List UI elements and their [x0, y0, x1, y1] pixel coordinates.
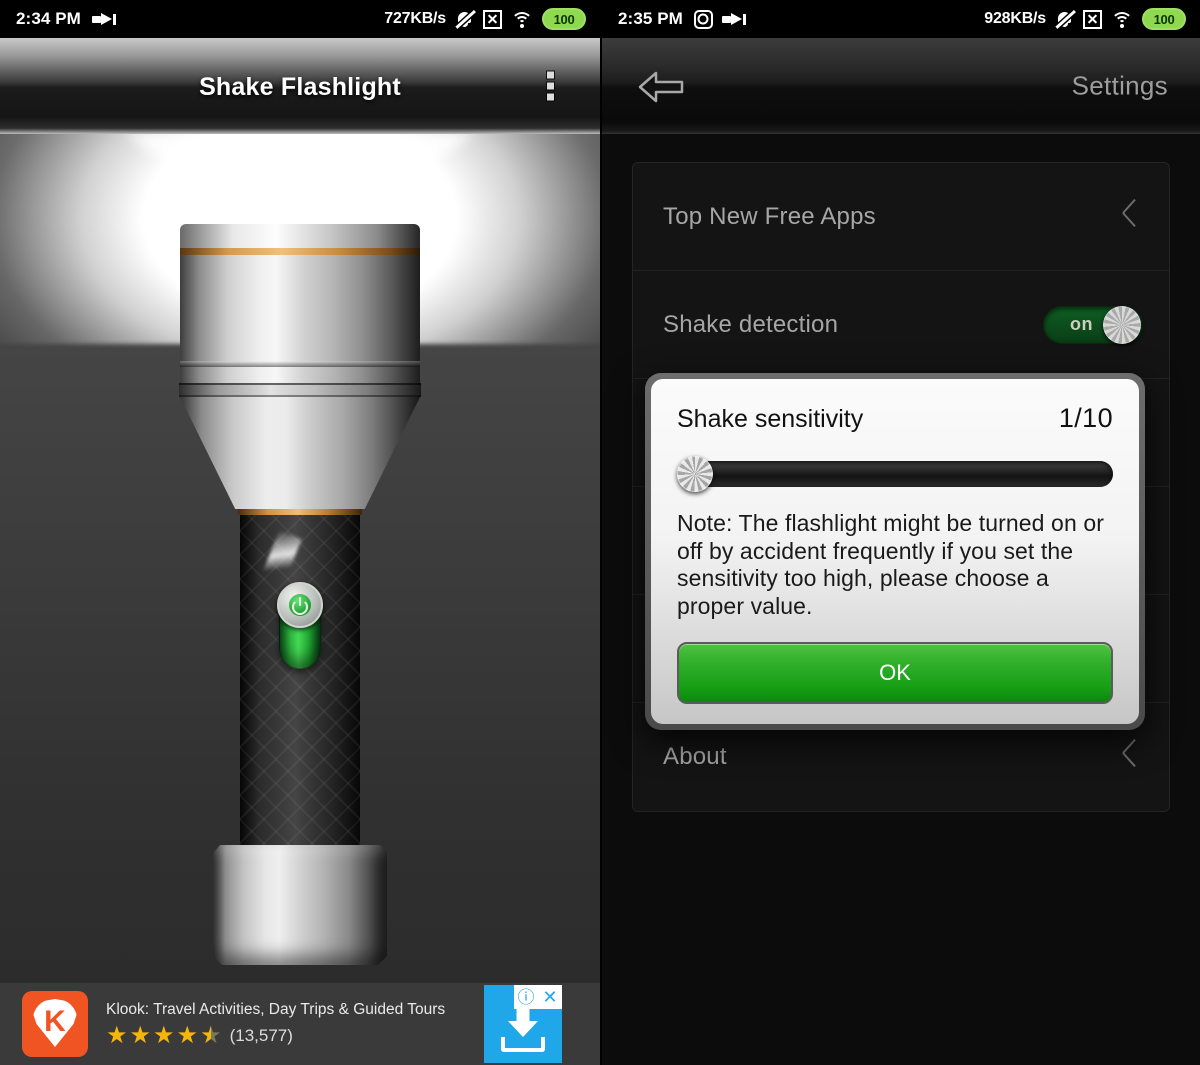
sensitivity-slider[interactable]: [677, 454, 1113, 492]
download-icon: [501, 1006, 545, 1052]
star-icon: ★: [106, 1021, 128, 1049]
x-box-icon: [483, 9, 502, 29]
flashlight-handle: [240, 515, 360, 845]
ad-text-block: Klook: Travel Activities, Day Trips & Gu…: [88, 1001, 484, 1048]
power-button[interactable]: [277, 582, 323, 628]
status-right-icons: 727KB/s 100: [384, 8, 586, 30]
flashlight-head-ridge: [179, 383, 421, 397]
wifi-icon: [511, 11, 533, 28]
dialog-body: Shake sensitivity 1/10 Note: The flashli…: [651, 379, 1139, 725]
shake-sensitivity-dialog: Shake sensitivity 1/10 Note: The flashli…: [645, 373, 1145, 731]
settings-header: Settings: [602, 38, 1200, 134]
toggle-knob: [1103, 305, 1141, 344]
status-left-icons: [91, 12, 116, 26]
screenshot-root: 2:34 PM 727KB/s 100 Shake Flashlight K K…: [0, 0, 1200, 1065]
flashlight-head: [180, 255, 420, 383]
ad-rating: ★ ★ ★ ★ ★ (13,577): [106, 1021, 484, 1049]
network-speed: 727KB/s: [384, 10, 446, 27]
power-icon: [289, 594, 311, 616]
ad-review-count: (13,577): [229, 1025, 293, 1045]
slider-track[interactable]: [685, 461, 1113, 487]
copper-ring-top: [180, 248, 420, 255]
flashlight-graphic[interactable]: [170, 224, 430, 965]
battery-icon: 100: [1142, 8, 1186, 30]
ad-install-button[interactable]: ⓘ ✕: [484, 985, 562, 1063]
dialog-note: Note: The flashlight might be turned on …: [677, 510, 1104, 619]
camera-icon: [693, 9, 713, 29]
app-header: Shake Flashlight: [0, 38, 600, 134]
status-left-icons: [693, 9, 746, 29]
settings-row-top-new-free-apps[interactable]: Top New Free Apps: [633, 163, 1169, 271]
ad-close-icon[interactable]: ✕: [538, 985, 562, 1009]
mute-bell-icon: [1055, 9, 1076, 29]
settings-row-label: Shake detection: [663, 310, 839, 338]
sensitivity-value: 1/10: [1058, 403, 1113, 433]
shake-detection-toggle[interactable]: on: [1043, 305, 1143, 344]
settings-row-shake-detection[interactable]: Shake detection on: [633, 271, 1169, 379]
battery-level: 100: [553, 11, 575, 27]
ok-button[interactable]: OK: [677, 642, 1113, 705]
battery-level: 100: [1153, 11, 1175, 27]
ad-icon-letter: K: [44, 1005, 66, 1039]
page-title: Shake Flashlight: [199, 72, 401, 101]
status-time: 2:34 PM: [16, 9, 81, 28]
ad-banner[interactable]: K Klook: Travel Activities, Day Trips & …: [0, 983, 600, 1065]
power-switch[interactable]: [277, 582, 323, 669]
dialog-header: Shake sensitivity 1/10: [677, 403, 1113, 434]
ad-title: Klook: Travel Activities, Day Trips & Gu…: [106, 1000, 446, 1018]
handle-highlight: [262, 530, 302, 582]
status-right-icons: 928KB/s 100: [984, 8, 1186, 30]
flashlight-tailcap: [213, 845, 387, 965]
star-icon: ★: [176, 1021, 199, 1049]
wifi-icon: [1111, 11, 1133, 28]
status-time: 2:35 PM: [618, 9, 683, 28]
overflow-menu-icon[interactable]: [541, 66, 560, 107]
chevron-right-icon: [1121, 202, 1143, 232]
flashlight-icon: [721, 12, 746, 26]
dialog-title: Shake sensitivity: [677, 405, 864, 433]
chevron-right-icon: [1121, 742, 1143, 772]
flashlight-stage: [0, 134, 600, 983]
settings-row-label: About: [663, 743, 727, 770]
star-icon: ★: [129, 1021, 152, 1049]
left-phone-panel: 2:34 PM 727KB/s 100 Shake Flashlight K K…: [0, 0, 600, 1065]
klook-logo-icon: K: [22, 991, 88, 1057]
back-arrow-icon[interactable]: [632, 66, 688, 106]
mute-bell-icon: [455, 9, 476, 29]
settings-row-label: Top New Free Apps: [663, 202, 876, 230]
settings-title: Settings: [1071, 70, 1168, 101]
slider-thumb[interactable]: [677, 456, 713, 492]
star-half-icon: ★: [200, 1021, 222, 1049]
right-status-bar: 2:35 PM 928KB/s 100: [602, 0, 1200, 38]
toggle-label: on: [1070, 314, 1093, 334]
battery-icon: 100: [542, 8, 586, 30]
left-status-bar: 2:34 PM 727KB/s 100: [0, 0, 600, 38]
flashlight-neck: [180, 397, 420, 509]
flashlight-icon: [91, 12, 116, 26]
network-speed: 928KB/s: [984, 10, 1046, 27]
flashlight-bezel: [180, 224, 420, 248]
ad-info-icon[interactable]: ⓘ: [514, 985, 538, 1009]
x-box-icon: [1083, 9, 1102, 29]
ad-badges: ⓘ ✕: [514, 985, 562, 1009]
star-icon: ★: [153, 1021, 175, 1049]
